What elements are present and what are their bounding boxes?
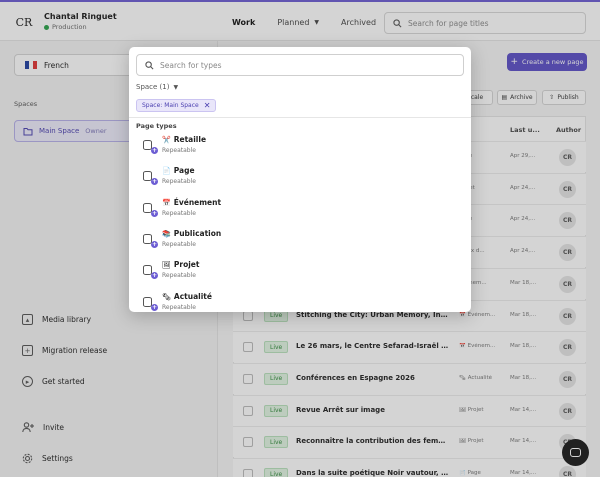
space-filter-label: Space (1) <box>136 83 170 91</box>
chip-label: Space: Main Space <box>142 102 199 109</box>
type-emoji-icon: ✂️ <box>162 136 171 144</box>
page-type-label: Actualité <box>173 291 212 301</box>
search-icon <box>145 60 154 69</box>
page-type-label: Retaille <box>173 135 207 144</box>
page-type-item[interactable]: + 🖼 Projet Repeatable <box>136 258 464 286</box>
page-type-repeatable: Repeatable <box>162 272 196 280</box>
page-type-item[interactable]: + 📄 Page Repeatable <box>136 164 464 192</box>
page-type-item[interactable]: + ✂️ Retaille Repeatable <box>136 133 464 161</box>
type-picker-modal: Space (1) ▼ Space: Main Space ✕ Page typ… <box>129 47 471 312</box>
database-add-icon: + <box>142 233 158 248</box>
page-type-name: 🖼 Projet <box>162 260 199 269</box>
page-type-item[interactable]: + 📚 Publication Repeatable <box>136 227 464 255</box>
page-type-label: Projet <box>173 260 200 270</box>
page-type-repeatable: Repeatable <box>162 178 196 186</box>
page-type-name: 🗞 Actualité <box>162 292 212 301</box>
type-emoji-icon: 📄 <box>162 167 171 176</box>
page-type-label: Événement <box>173 197 222 207</box>
database-add-icon: + <box>142 202 158 217</box>
type-emoji-icon: 🗞 <box>162 292 171 301</box>
chevron-down-icon: ▼ <box>173 83 179 91</box>
page-type-repeatable: Repeatable <box>162 147 196 154</box>
space-filter-chip: Space: Main Space ✕ <box>136 99 217 112</box>
space-filter-dropdown[interactable]: Space (1) ▼ <box>136 83 178 91</box>
page-type-item[interactable]: + 📅 Événement Repeatable <box>136 196 464 224</box>
page-type-label: Publication <box>173 228 222 238</box>
divider <box>129 117 471 118</box>
type-emoji-icon: 📅 <box>162 198 171 207</box>
page-types-heading: Page types <box>136 122 177 130</box>
database-add-icon: + <box>142 170 158 186</box>
page-type-name: ✂️ Retaille <box>162 135 206 144</box>
database-add-icon: + <box>142 296 158 311</box>
type-search-input[interactable] <box>160 60 440 70</box>
close-icon[interactable]: ✕ <box>204 101 211 110</box>
database-add-icon: + <box>142 139 158 154</box>
database-add-icon: + <box>142 264 158 280</box>
page-type-repeatable: Repeatable <box>162 240 196 248</box>
page-type-name: 📚 Publication <box>162 229 221 238</box>
page-type-repeatable: Repeatable <box>162 303 196 311</box>
page-type-repeatable: Repeatable <box>162 209 196 217</box>
page-type-item[interactable]: + 🗞 Actualité Repeatable <box>136 290 464 313</box>
type-search-field[interactable] <box>136 54 464 76</box>
page-type-name: 📄 Page <box>162 166 195 175</box>
page-type-label: Page <box>173 166 195 176</box>
page-type-name: 📅 Événement <box>162 198 221 207</box>
type-emoji-icon: 🖼 <box>162 261 171 270</box>
type-emoji-icon: 📚 <box>162 229 171 238</box>
